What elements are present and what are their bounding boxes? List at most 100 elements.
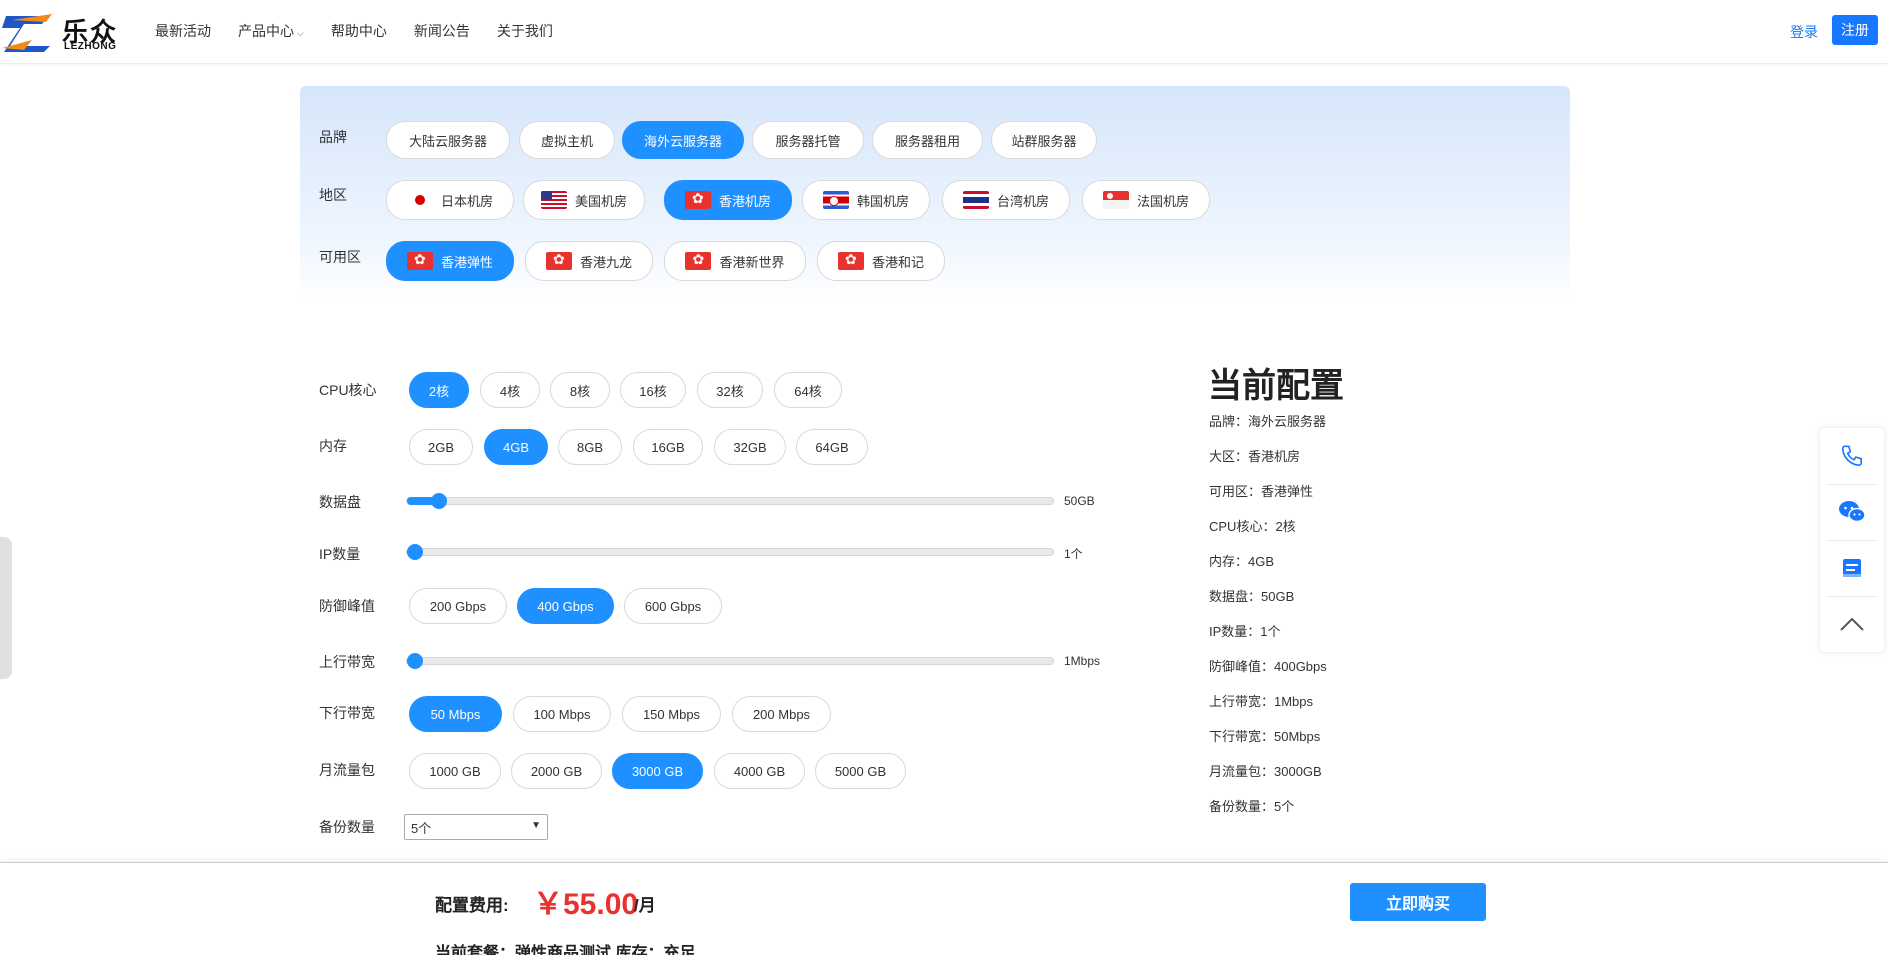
cpu-option-16[interactable]: 16核 <box>620 372 686 408</box>
traffic-option-1000[interactable]: 1000 GB <box>409 753 501 789</box>
region-option-korea[interactable]: 韩国机房 <box>802 180 930 220</box>
brand-option-colocation[interactable]: 服务器托管 <box>752 121 864 159</box>
cpu-option-8[interactable]: 8核 <box>550 372 610 408</box>
region-option-france[interactable]: 法国机房 <box>1082 180 1210 220</box>
summary-download: 下行带宽：50Mbps <box>1209 729 1321 744</box>
ip-count-slider-handle[interactable] <box>407 544 423 560</box>
nav-help-center[interactable]: 帮助中心 <box>331 21 387 41</box>
memory-option-16gb[interactable]: 16GB <box>633 429 703 465</box>
memory-option-2gb[interactable]: 2GB <box>409 429 473 465</box>
traffic-option-3000[interactable]: 3000 GB <box>612 753 703 789</box>
upload-bandwidth-slider[interactable] <box>406 653 1054 669</box>
us-flag-icon <box>540 191 567 209</box>
chevron-down-icon: ⌵ <box>297 28 304 38</box>
region-option-usa[interactable]: 美国机房 <box>523 180 645 220</box>
zone-option-hk-elastic[interactable]: 香港弹性 <box>386 241 514 281</box>
region-option-japan[interactable]: 日本机房 <box>386 180 514 220</box>
nav-news[interactable]: 新闻公告 <box>414 21 470 41</box>
region-option-hongkong[interactable]: 香港机房 <box>664 180 792 220</box>
logo-text-en: LEZHONG <box>64 41 117 52</box>
traffic-option-5000[interactable]: 5000 GB <box>815 753 906 789</box>
summary-ip-count: IP数量：1个 <box>1209 624 1281 639</box>
back-to-top-button[interactable] <box>1820 596 1884 652</box>
hk-flag-icon <box>545 252 572 270</box>
cpu-option-2[interactable]: 2核 <box>409 372 469 408</box>
zone-option-hk-hutchison[interactable]: 香港和记 <box>817 241 945 281</box>
filter-panel: 品牌 大陆云服务器 虚拟主机 海外云服务器 服务器托管 服务器租用 站群服务器 … <box>300 86 1570 302</box>
kr-flag-icon <box>822 191 849 209</box>
zone-option-hk-hutchison-label: 香港和记 <box>871 254 924 270</box>
download-option-50[interactable]: 50 Mbps <box>409 696 502 732</box>
disk-slider[interactable] <box>406 493 1054 509</box>
region-option-taiwan[interactable]: 台湾机房 <box>942 180 1070 220</box>
region-option-usa-label: 美国机房 <box>574 193 627 209</box>
wechat-icon <box>1839 501 1866 523</box>
nav-latest-events[interactable]: 最新活动 <box>155 21 211 41</box>
zone-option-hk-kowloon-label: 香港九龙 <box>579 254 632 270</box>
phone-icon <box>1841 445 1863 467</box>
login-link[interactable]: 登录 <box>1790 22 1818 42</box>
traffic-option-2000[interactable]: 2000 GB <box>511 753 602 789</box>
region-option-japan-label: 日本机房 <box>440 193 493 209</box>
defense-option-600[interactable]: 600 Gbps <box>624 588 722 624</box>
region-label: 地区 <box>319 187 347 203</box>
summary-memory: 内存：4GB <box>1209 554 1275 569</box>
phone-contact-button[interactable] <box>1820 428 1884 484</box>
upload-bandwidth-slider-handle[interactable] <box>407 653 423 669</box>
summary-cpu: CPU核心：2核 <box>1209 519 1296 534</box>
brand-option-site-group[interactable]: 站群服务器 <box>991 121 1097 159</box>
floating-toolbar <box>1820 428 1884 652</box>
zone-option-hk-newworld[interactable]: 香港新世界 <box>664 241 806 281</box>
register-button[interactable]: 注册 <box>1832 15 1878 45</box>
defense-option-400[interactable]: 400 Gbps <box>517 588 614 624</box>
region-option-taiwan-label: 台湾机房 <box>996 193 1049 209</box>
brand-option-overseas-cloud[interactable]: 海外云服务器 <box>622 121 744 159</box>
buy-now-button[interactable]: 立即购买 <box>1350 883 1486 921</box>
main-nav: 最新活动 产品中心 ⌵ 帮助中心 新闻公告 关于我们 <box>155 0 580 62</box>
cpu-option-4[interactable]: 4核 <box>480 372 540 408</box>
memory-option-4gb[interactable]: 4GB <box>484 429 548 465</box>
download-option-200[interactable]: 200 Mbps <box>732 696 831 732</box>
hk-flag-icon <box>406 252 433 270</box>
left-side-tab[interactable] <box>0 537 12 679</box>
download-option-100[interactable]: 100 Mbps <box>513 696 611 732</box>
zone-option-hk-kowloon[interactable]: 香港九龙 <box>525 241 653 281</box>
cpu-option-64[interactable]: 64核 <box>774 372 842 408</box>
hk-flag-icon <box>685 252 712 270</box>
summary-traffic: 月流量包：3000GB <box>1209 764 1322 779</box>
ip-count-slider[interactable] <box>406 544 1054 560</box>
nav-about-us[interactable]: 关于我们 <box>497 21 553 41</box>
download-option-150[interactable]: 150 Mbps <box>622 696 721 732</box>
summary-backup: 备份数量：5个 <box>1209 799 1295 814</box>
cpu-option-32[interactable]: 32核 <box>697 372 763 408</box>
upload-bandwidth-value: 1Mbps <box>1064 654 1101 668</box>
memory-option-8gb[interactable]: 8GB <box>558 429 622 465</box>
current-config-title: 当前配置 <box>1208 367 1344 405</box>
nav-product-center[interactable]: 产品中心 ⌵ <box>238 21 304 41</box>
purchase-bar: 配置费用: ￥55.00 /月 立即购买 当前套餐：弹性商品测试 库存：充足 <box>0 862 1888 955</box>
traffic-package-label: 月流量包 <box>319 762 375 778</box>
summary-disk: 数据盘：50GB <box>1209 589 1295 604</box>
region-option-hongkong-label: 香港机房 <box>718 193 771 209</box>
nav-product-center-label: 产品中心 <box>238 23 294 39</box>
document-icon <box>1843 559 1861 577</box>
site-logo[interactable]: 乐众 LEZHONG <box>0 8 125 56</box>
message-button[interactable] <box>1820 540 1884 596</box>
memory-option-32gb[interactable]: 32GB <box>714 429 786 465</box>
region-option-korea-label: 韩国机房 <box>856 193 909 209</box>
disk-slider-handle[interactable] <box>431 493 448 509</box>
backup-count-label: 备份数量 <box>319 819 375 835</box>
defense-option-200[interactable]: 200 Gbps <box>409 588 507 624</box>
chevron-down-icon: ▼ <box>531 820 541 831</box>
zone-label: 可用区 <box>319 249 361 265</box>
backup-count-select[interactable]: 5个 ▼ <box>404 814 548 840</box>
wechat-contact-button[interactable] <box>1820 484 1884 540</box>
ip-count-label: IP数量 <box>319 546 361 562</box>
memory-option-64gb[interactable]: 64GB <box>796 429 868 465</box>
traffic-option-4000[interactable]: 4000 GB <box>714 753 805 789</box>
brand-option-mainland-cloud[interactable]: 大陆云服务器 <box>386 121 510 159</box>
brand-option-server-rental[interactable]: 服务器租用 <box>872 121 983 159</box>
top-header: 乐众 LEZHONG 最新活动 产品中心 ⌵ 帮助中心 新闻公告 关于我们 登录 … <box>0 0 1888 64</box>
config-fee-unit: /月 <box>634 896 656 915</box>
brand-option-virtual-host[interactable]: 虚拟主机 <box>519 121 615 159</box>
